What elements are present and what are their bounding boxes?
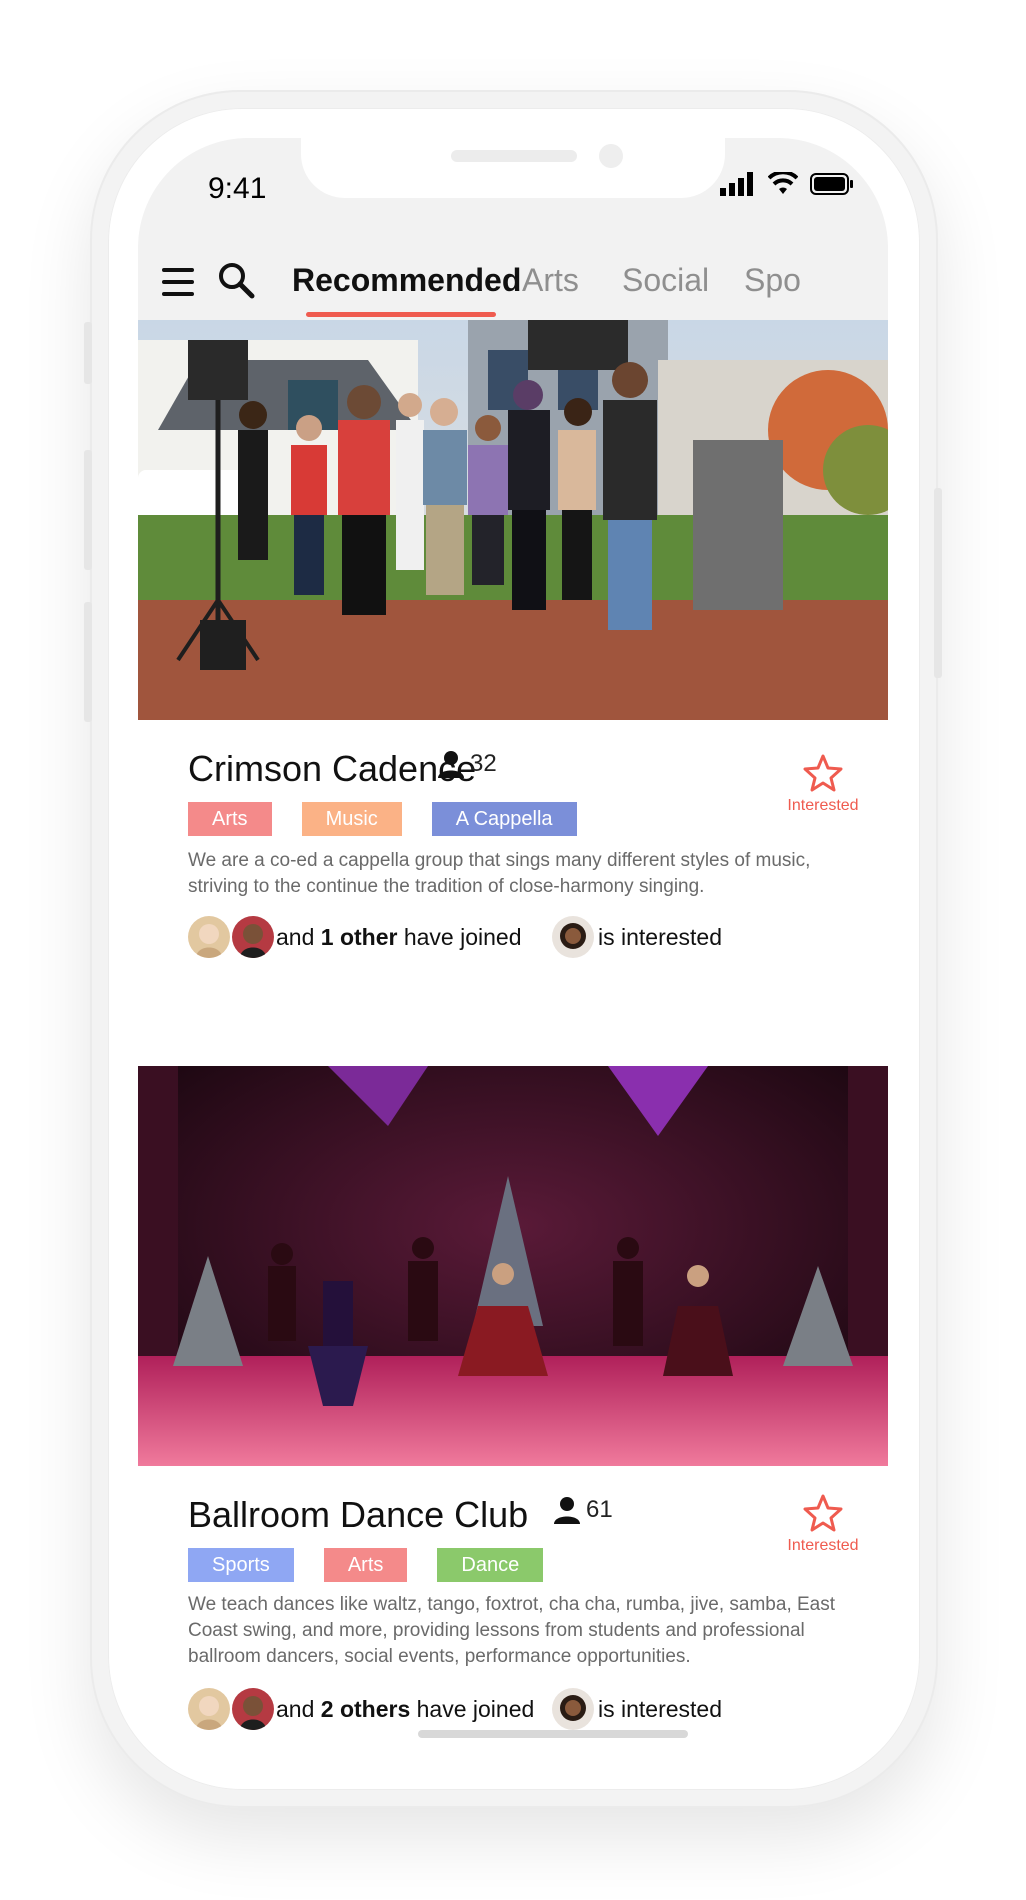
top-nav: Recommended Arts Social Spo <box>138 248 888 320</box>
tag[interactable]: Arts <box>323 1548 408 1582</box>
side-button <box>84 322 92 384</box>
club-description: We teach dances like waltz, tango, foxtr… <box>188 1594 836 1667</box>
app-screen: 9:41 Recommended Arts Social Spo Crimson… <box>138 138 888 1760</box>
tag-list: Arts Music A Cappella <box>188 802 577 836</box>
member-count: 61 <box>554 1496 613 1524</box>
interested-text: is interested <box>598 924 723 950</box>
tag-list: Sports Arts Dance <box>188 1548 544 1582</box>
active-tab-indicator <box>306 312 496 317</box>
interested-label: Interested <box>787 797 859 814</box>
card-image-crimson-cadence[interactable] <box>138 320 888 720</box>
club-title[interactable]: Crimson Cadence <box>188 748 476 790</box>
home-indicator[interactable] <box>418 1730 688 1738</box>
club-description: We are a co-ed a cappella group that sin… <box>188 850 811 897</box>
interested-label: Interested <box>787 1537 859 1554</box>
search-icon[interactable] <box>216 260 256 300</box>
status-bar: 9:41 <box>138 138 888 248</box>
joined-text: and 2 others have joined <box>276 1696 535 1722</box>
club-title[interactable]: Ballroom Dance Club <box>188 1494 528 1536</box>
member-avatar[interactable] <box>232 1688 274 1730</box>
member-count: 32 <box>438 750 497 778</box>
battery-icon <box>810 173 853 195</box>
front-camera <box>599 144 623 168</box>
side-button <box>84 602 92 722</box>
tab-arts[interactable]: Arts <box>522 262 579 299</box>
social-proof: and 1 other have joined is interested <box>188 916 848 960</box>
tab-recommended[interactable]: Recommended <box>292 262 521 299</box>
interested-button[interactable]: Interested <box>783 754 863 815</box>
tab-sports[interactable]: Spo <box>744 262 801 299</box>
club-card: Ballroom Dance Club 61 Sports Arts Dance… <box>138 1466 888 1760</box>
tag[interactable]: Arts <box>188 802 272 836</box>
menu-icon[interactable] <box>162 268 194 296</box>
side-button <box>934 488 942 678</box>
side-button <box>84 450 92 570</box>
interested-button[interactable]: Interested <box>783 1494 863 1555</box>
tag[interactable]: Dance <box>437 1548 544 1582</box>
joined-text: and 1 other have joined <box>276 924 522 950</box>
status-time: 9:41 <box>208 172 267 205</box>
signal-icon <box>720 172 753 196</box>
social-proof: and 2 others have joined is interested <box>188 1688 848 1732</box>
tag[interactable]: A Cappella <box>431 802 577 836</box>
star-icon <box>803 1494 843 1532</box>
club-card: Crimson Cadence 32 Arts Music A Cappella… <box>138 720 888 1020</box>
speaker <box>451 150 577 162</box>
interested-text: is interested <box>598 1696 723 1722</box>
person-icon <box>438 751 464 778</box>
star-icon <box>803 754 843 792</box>
member-avatar[interactable] <box>232 916 274 958</box>
status-icons <box>720 172 854 196</box>
tab-social[interactable]: Social <box>622 262 709 299</box>
member-avatar[interactable] <box>188 916 230 958</box>
interested-avatar[interactable] <box>552 1688 594 1730</box>
person-icon <box>554 1497 580 1524</box>
tag[interactable]: Music <box>301 802 402 836</box>
wifi-icon <box>768 172 798 194</box>
member-count-value: 61 <box>586 1496 613 1523</box>
interested-avatar[interactable] <box>552 916 594 958</box>
member-avatar[interactable] <box>188 1688 230 1730</box>
tag[interactable]: Sports <box>188 1548 294 1582</box>
member-count-value: 32 <box>470 750 497 777</box>
notch <box>301 138 725 198</box>
card-image-ballroom-dance[interactable] <box>138 1066 888 1466</box>
